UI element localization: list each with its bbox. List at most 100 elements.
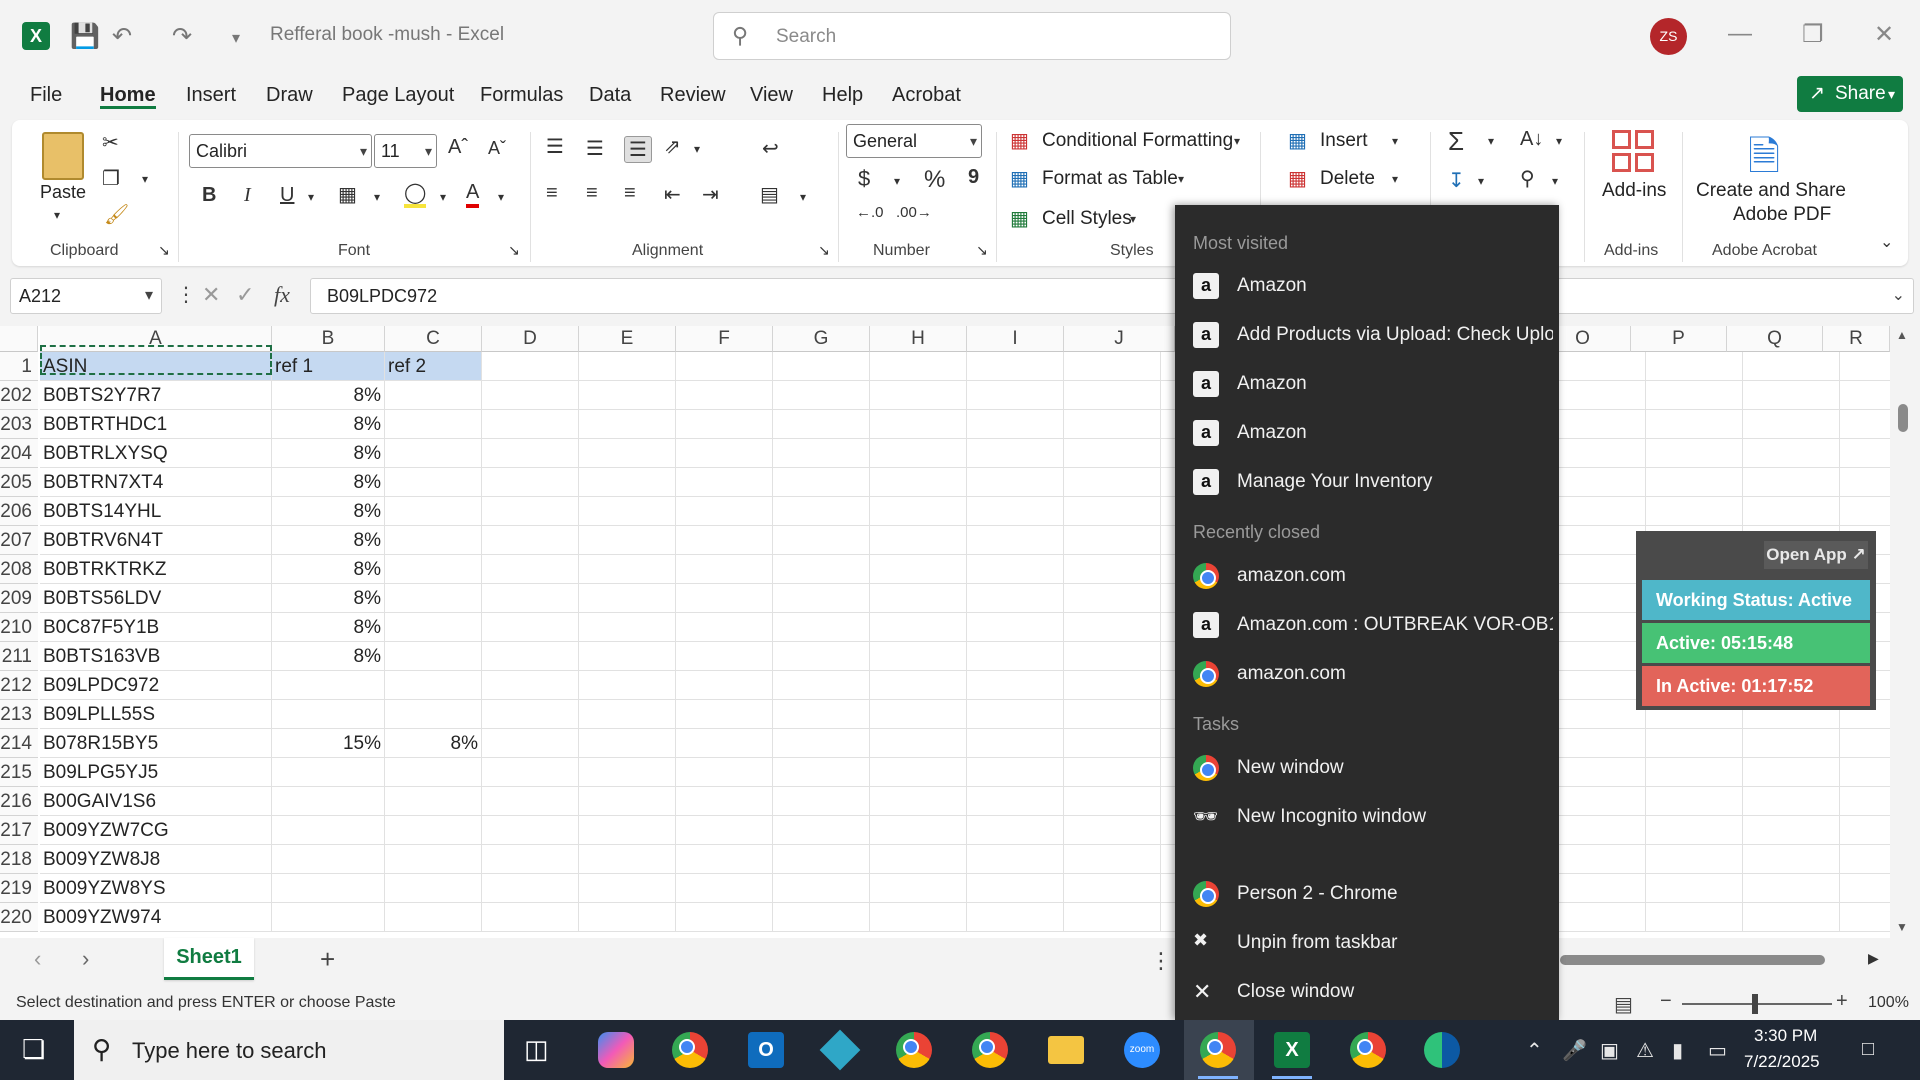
tab-review[interactable]: Review (660, 84, 726, 107)
empty-cell[interactable] (482, 671, 579, 700)
tab-view[interactable]: View (750, 84, 793, 107)
empty-cell[interactable] (1549, 642, 1646, 671)
chrome-profile-icon[interactable] (972, 1032, 1008, 1068)
empty-cell[interactable] (482, 845, 579, 874)
empty-cell[interactable] (967, 903, 1064, 932)
empty-cell[interactable] (1549, 671, 1646, 700)
chrome-icon[interactable] (1200, 1032, 1236, 1068)
decrease-indent-icon[interactable]: ⇤ (664, 182, 681, 207)
empty-cell[interactable] (676, 758, 773, 787)
cell-a[interactable]: B009YZW974 (40, 903, 272, 932)
share-button[interactable]: ↗ Share ▾ (1797, 76, 1903, 112)
empty-cell[interactable] (967, 468, 1064, 497)
column-header[interactable]: E (579, 326, 676, 352)
increase-font-icon[interactable]: Aˆ (448, 136, 468, 159)
task-item[interactable]: 🕶 New Incognito window (1175, 794, 1559, 840)
row-header[interactable]: 213 (0, 700, 38, 729)
insert-function-icon[interactable]: fx (274, 282, 290, 308)
chevron-down-icon[interactable]: ▾ (1178, 172, 1184, 186)
empty-cell[interactable] (482, 468, 579, 497)
cell-b[interactable]: 8% (272, 410, 385, 439)
empty-cell[interactable] (1646, 352, 1743, 381)
empty-cell[interactable] (870, 352, 967, 381)
empty-cell[interactable] (967, 381, 1064, 410)
column-header[interactable]: I (967, 326, 1064, 352)
dialog-launcher-icon[interactable]: ↘ (508, 242, 520, 259)
edge-icon[interactable] (1424, 1032, 1460, 1068)
cell-c[interactable] (385, 816, 482, 845)
cell-b[interactable] (272, 758, 385, 787)
recently-closed-item[interactable]: amazon.com (1175, 651, 1559, 697)
scroll-up-icon[interactable]: ▲ (1896, 328, 1908, 342)
chevron-down-icon[interactable]: ▾ (1478, 174, 1484, 188)
empty-cell[interactable] (1743, 729, 1840, 758)
empty-cell[interactable] (1064, 613, 1161, 642)
format-as-table-icon[interactable]: ▦ (1010, 166, 1029, 191)
minimize-icon[interactable]: — (1728, 20, 1752, 48)
tab-file[interactable]: File (30, 84, 62, 107)
tab-home[interactable]: Home (100, 84, 156, 107)
empty-cell[interactable] (1646, 497, 1743, 526)
network-alert-icon[interactable]: ⚠ (1636, 1038, 1654, 1063)
empty-cell[interactable] (579, 468, 676, 497)
customize-toolbar-icon[interactable]: ▾ (232, 28, 240, 48)
cell-c[interactable] (385, 555, 482, 584)
empty-cell[interactable] (1646, 468, 1743, 497)
empty-cell[interactable] (579, 497, 676, 526)
empty-cell[interactable] (1064, 758, 1161, 787)
column-header[interactable]: G (773, 326, 870, 352)
empty-cell[interactable] (967, 671, 1064, 700)
empty-cell[interactable] (967, 787, 1064, 816)
tab-acrobat[interactable]: Acrobat (892, 84, 961, 107)
cancel-entry-icon[interactable]: ✕ (202, 282, 220, 308)
empty-cell[interactable] (579, 642, 676, 671)
empty-cell[interactable] (773, 845, 870, 874)
empty-cell[interactable] (870, 671, 967, 700)
empty-cell[interactable] (676, 874, 773, 903)
empty-cell[interactable] (1064, 845, 1161, 874)
cut-icon[interactable]: ✂ (102, 130, 119, 155)
empty-cell[interactable] (579, 410, 676, 439)
empty-cell[interactable] (773, 381, 870, 410)
row-header[interactable]: 203 (0, 410, 38, 439)
add-ins-button[interactable]: Add-ins (1602, 180, 1666, 202)
row-header[interactable]: 218 (0, 845, 38, 874)
empty-cell[interactable] (870, 526, 967, 555)
create-share-pdf-line1[interactable]: Create and Share (1696, 180, 1846, 202)
cell-a[interactable]: B0BTS14YHL (40, 497, 272, 526)
column-header[interactable]: Q (1727, 326, 1823, 352)
empty-cell[interactable] (870, 555, 967, 584)
empty-cell[interactable] (967, 874, 1064, 903)
empty-cell[interactable] (870, 787, 967, 816)
column-header[interactable]: H (870, 326, 967, 352)
chevron-down-icon[interactable]: ▾ (694, 142, 700, 156)
cell-c[interactable] (385, 700, 482, 729)
empty-cell[interactable] (1743, 410, 1840, 439)
empty-cell[interactable] (482, 613, 579, 642)
autosum-icon[interactable]: Σ (1448, 126, 1464, 157)
chevron-down-icon[interactable]: ▾ (440, 190, 446, 204)
font-name-select[interactable]: Calibri ▾ (189, 134, 372, 168)
empty-cell[interactable] (1064, 584, 1161, 613)
empty-cell[interactable] (967, 555, 1064, 584)
empty-cell[interactable] (1646, 410, 1743, 439)
empty-cell[interactable] (676, 845, 773, 874)
empty-cell[interactable] (1064, 700, 1161, 729)
cell-a[interactable]: B0C87F5Y1B (40, 613, 272, 642)
align-middle-icon[interactable]: ☰ (586, 136, 604, 161)
chevron-down-icon[interactable]: ▾ (1488, 134, 1494, 148)
empty-cell[interactable] (579, 700, 676, 729)
tray-overflow-icon[interactable]: ⌃ (1526, 1038, 1543, 1063)
column-header[interactable]: J (1064, 326, 1175, 352)
empty-cell[interactable] (773, 584, 870, 613)
tab-formulas[interactable]: Formulas (480, 84, 563, 107)
empty-cell[interactable] (967, 642, 1064, 671)
empty-cell[interactable] (1064, 381, 1161, 410)
empty-cell[interactable] (967, 816, 1064, 845)
empty-cell[interactable] (967, 758, 1064, 787)
meet-now-icon[interactable]: ▣ (1600, 1038, 1619, 1063)
zoom-in-icon[interactable]: + (1836, 990, 1848, 1013)
cell-c[interactable] (385, 671, 482, 700)
empty-cell[interactable] (773, 613, 870, 642)
merge-center-icon[interactable]: ▤ (760, 182, 779, 207)
